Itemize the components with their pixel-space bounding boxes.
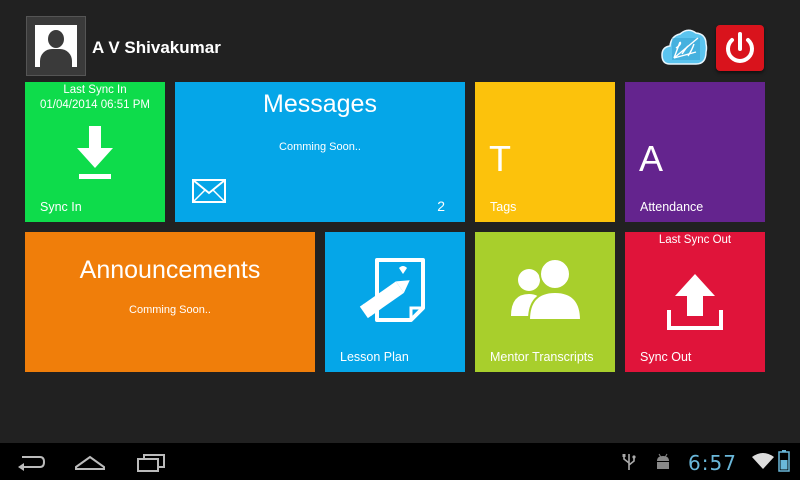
attendance-letter: A (639, 138, 664, 179)
cloud-sync-button[interactable] (660, 24, 708, 70)
system-navbar: 6:57 (0, 443, 800, 480)
sync-in-tile[interactable]: Last Sync In 01/04/2014 06:51 PM Sync In (25, 82, 165, 222)
wifi-icon (752, 453, 774, 469)
announcements-status: Comming Soon.. (129, 304, 211, 316)
sync-in-label: Sync In (40, 200, 82, 214)
messages-title: Messages (263, 90, 377, 118)
messages-count: 2 (437, 198, 445, 214)
user-avatar[interactable] (26, 16, 86, 76)
home-icon[interactable] (74, 453, 106, 471)
tags-tile[interactable]: T Tags (475, 82, 615, 222)
sync-in-timestamp: 01/04/2014 06:51 PM (40, 99, 150, 111)
tags-letter: T (489, 138, 511, 179)
announcements-title: Announcements (79, 256, 261, 284)
user-avatar-icon (35, 25, 77, 67)
lesson-plan-label: Lesson Plan (340, 350, 409, 364)
power-button[interactable] (716, 25, 764, 71)
user-name: A V Shivakumar (92, 38, 221, 57)
mentor-transcripts-label: Mentor Transcripts (490, 350, 594, 364)
sync-out-label: Sync Out (640, 350, 692, 364)
users-icon (511, 258, 581, 321)
battery-icon (778, 450, 790, 472)
cloud-sync-icon (661, 29, 708, 65)
android-debug-icon (657, 453, 669, 469)
messages-status: Comming Soon.. (279, 141, 361, 153)
lesson-plan-tile[interactable]: Lesson Plan (325, 232, 465, 372)
attendance-tile[interactable]: A Attendance (625, 82, 765, 222)
note-pencil-icon (359, 258, 425, 322)
envelope-icon (192, 179, 226, 203)
announcements-tile[interactable]: Announcements Comming Soon.. (25, 232, 315, 372)
recent-apps-icon[interactable] (136, 453, 166, 473)
tags-label: Tags (490, 200, 517, 214)
usb-icon (622, 454, 636, 470)
sync-out-tile[interactable]: Last Sync Out Sync Out (625, 232, 765, 372)
power-icon (726, 32, 754, 63)
attendance-label: Attendance (640, 200, 704, 214)
back-icon[interactable] (16, 453, 46, 471)
status-clock: 6:57 (688, 451, 737, 475)
download-arrow-icon (77, 126, 113, 179)
mentor-transcripts-tile[interactable]: Mentor Transcripts (475, 232, 615, 372)
upload-arrow-icon (667, 274, 723, 330)
messages-tile[interactable]: Messages Comming Soon.. 2 (175, 82, 465, 222)
sync-out-caption: Last Sync Out (658, 234, 732, 246)
sync-in-caption: Last Sync In (63, 84, 127, 96)
